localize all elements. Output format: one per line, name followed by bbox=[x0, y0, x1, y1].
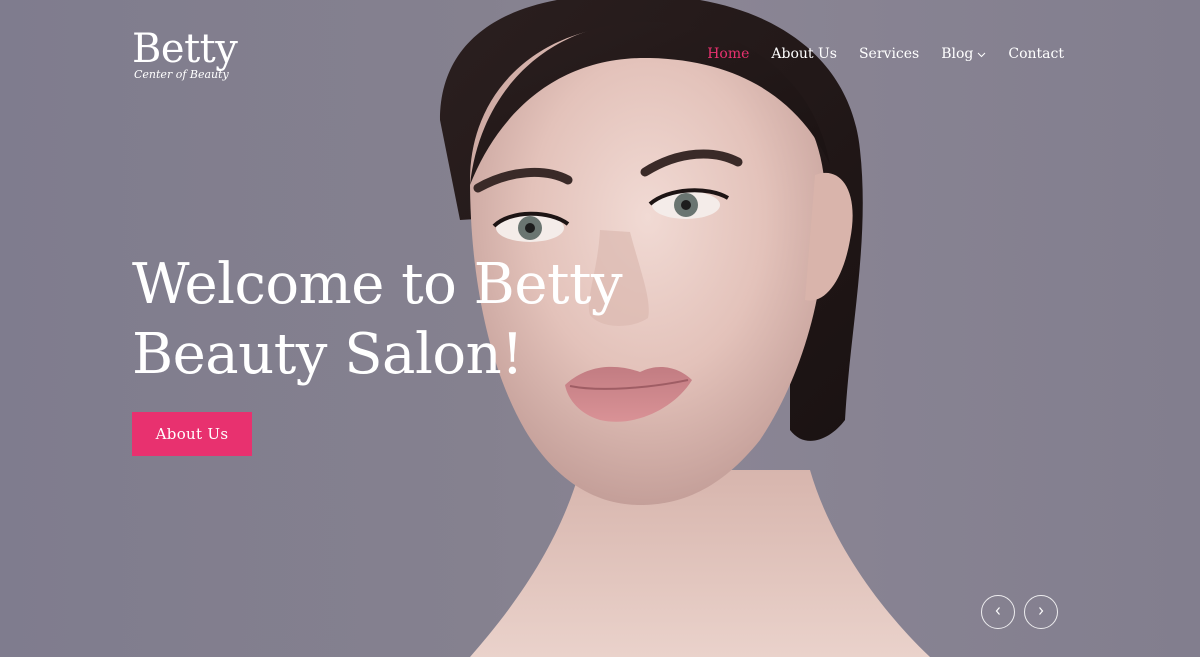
nav-item-contact[interactable]: Contact bbox=[1008, 46, 1064, 62]
hero-headline-line1: Welcome to Betty bbox=[132, 252, 623, 317]
logo-tagline: Center of Beauty bbox=[134, 68, 229, 81]
main-nav: Home About Us Services Blog Contact bbox=[707, 46, 1064, 62]
chevron-left-icon bbox=[994, 603, 1002, 621]
nav-item-label: Home bbox=[707, 46, 750, 62]
slider-prev-button[interactable] bbox=[981, 595, 1015, 629]
slider-next-button[interactable] bbox=[1024, 595, 1058, 629]
slider-controls bbox=[981, 595, 1058, 629]
nav-item-label: Contact bbox=[1008, 46, 1064, 62]
hero-headline: Welcome to Betty Beauty Salon! bbox=[132, 250, 652, 390]
nav-item-label: About Us bbox=[771, 46, 837, 62]
nav-item-label: Blog bbox=[941, 46, 974, 62]
chevron-down-icon bbox=[977, 52, 986, 61]
hero-slider: Betty Center of Beauty Home About Us Ser… bbox=[0, 0, 1200, 657]
nav-item-about-us[interactable]: About Us bbox=[771, 46, 837, 62]
nav-item-label: Services bbox=[858, 46, 920, 62]
logo-name: Betty bbox=[132, 26, 238, 72]
nav-item-services[interactable]: Services bbox=[859, 46, 919, 62]
nav-item-home[interactable]: Home bbox=[707, 46, 749, 62]
site-logo[interactable]: Betty Center of Beauty bbox=[132, 26, 238, 81]
chevron-right-icon bbox=[1037, 603, 1045, 621]
about-us-button[interactable]: About Us bbox=[132, 412, 252, 456]
nav-item-blog[interactable]: Blog bbox=[941, 46, 986, 62]
hero-headline-line2: Beauty Salon! bbox=[132, 322, 524, 387]
